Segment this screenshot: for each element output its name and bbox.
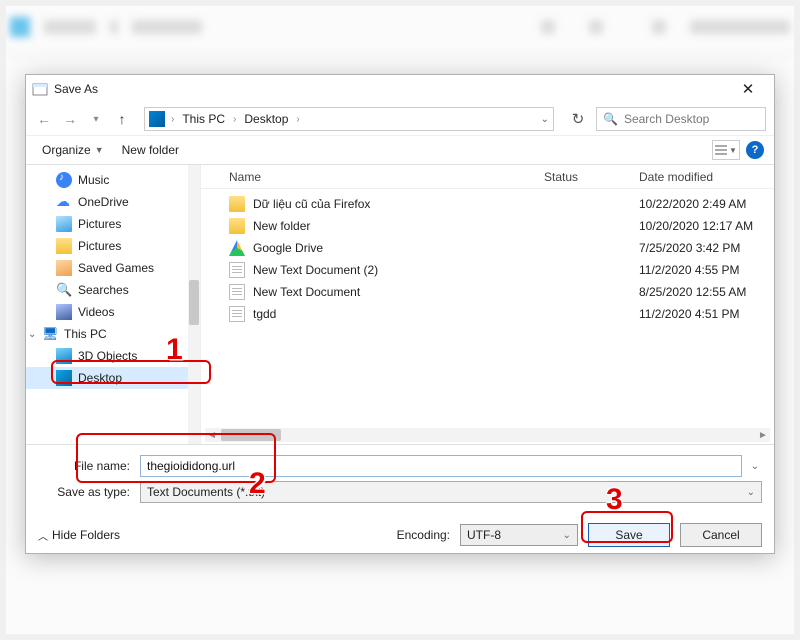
- file-row[interactable]: Google Drive7/25/2020 3:42 PM: [201, 237, 774, 259]
- search-placeholder: Search Desktop: [624, 112, 709, 126]
- save-as-dialog: Save As ✕ ← → ▾ ↑ › This PC › Desktop › …: [25, 74, 775, 554]
- chevron-down-icon: ⌄: [563, 530, 571, 541]
- up-button[interactable]: ↑: [112, 109, 132, 129]
- chevron-right-icon: ›: [231, 114, 238, 125]
- forward-button: →: [60, 109, 80, 129]
- tree-item-searches[interactable]: 🔍Searches: [26, 279, 200, 301]
- horizontal-scrollbar[interactable]: ◄►: [205, 428, 770, 442]
- column-headers[interactable]: Name Status Date modified: [201, 165, 774, 189]
- tree-item-onedrive[interactable]: ☁OneDrive: [26, 191, 200, 213]
- search-icon: 🔍: [603, 112, 618, 126]
- tree-item-videos[interactable]: Videos: [26, 301, 200, 323]
- bottom-panel: File name: ⌄ Save as type: Text Document…: [26, 444, 774, 553]
- cancel-button[interactable]: Cancel: [680, 523, 762, 547]
- col-date[interactable]: Date modified: [639, 170, 774, 184]
- chevron-right-icon: ›: [294, 114, 301, 125]
- back-button[interactable]: ←: [34, 109, 54, 129]
- file-row[interactable]: tgdd11/2/2020 4:51 PM: [201, 303, 774, 325]
- chevron-down-icon[interactable]: ⌄: [748, 461, 762, 472]
- file-row[interactable]: New Text Document8/25/2020 12:55 AM: [201, 281, 774, 303]
- file-row[interactable]: New Text Document (2)11/2/2020 4:55 PM: [201, 259, 774, 281]
- refresh-button[interactable]: ↻: [566, 107, 590, 131]
- tree-item-saved-games[interactable]: Saved Games: [26, 257, 200, 279]
- tree-item-this-pc[interactable]: ⌄🖥This PC: [26, 323, 200, 345]
- hide-folders-button[interactable]: ︿ Hide Folders: [38, 528, 120, 543]
- close-button[interactable]: ✕: [728, 80, 768, 98]
- chevron-down-icon[interactable]: ⌄: [541, 114, 549, 125]
- tree-item-3d-objects[interactable]: 3D Objects: [26, 345, 200, 367]
- file-list[interactable]: Dữ liệu cũ của Firefox10/22/2020 2:49 AM…: [201, 189, 774, 444]
- view-options-button[interactable]: ▼: [712, 140, 740, 160]
- chevron-right-icon: ›: [169, 114, 176, 125]
- tree-item-music[interactable]: Music: [26, 169, 200, 191]
- folder-tree[interactable]: Music☁OneDrivePicturesPicturesSaved Game…: [26, 165, 201, 444]
- tree-item-pictures[interactable]: Pictures: [26, 213, 200, 235]
- save-button[interactable]: Save: [588, 523, 670, 547]
- recent-button[interactable]: ▾: [86, 109, 106, 129]
- nav-row: ← → ▾ ↑ › This PC › Desktop › ⌄ ↻ 🔍 Sear…: [26, 103, 774, 135]
- encoding-label: Encoding:: [397, 528, 450, 542]
- tree-scrollbar[interactable]: [188, 165, 200, 444]
- filename-label: File name:: [38, 459, 134, 473]
- help-button[interactable]: ?: [746, 141, 764, 159]
- chevron-down-icon: ⌄: [747, 487, 755, 498]
- file-row[interactable]: New folder10/20/2020 12:17 AM: [201, 215, 774, 237]
- toolbar: Organize▼ New folder ▼ ?: [26, 135, 774, 165]
- tree-item-pictures[interactable]: Pictures: [26, 235, 200, 257]
- tree-item-desktop[interactable]: Desktop: [26, 367, 200, 389]
- chevron-up-icon: ︿: [38, 528, 48, 543]
- monitor-icon: [149, 111, 165, 127]
- encoding-dropdown[interactable]: UTF-8 ⌄: [460, 524, 578, 546]
- organize-button[interactable]: Organize▼: [36, 140, 110, 160]
- titlebar: Save As ✕: [26, 75, 774, 103]
- col-name[interactable]: Name: [229, 170, 544, 184]
- dialog-title: Save As: [54, 82, 728, 96]
- address-bar[interactable]: › This PC › Desktop › ⌄: [144, 107, 554, 131]
- col-status[interactable]: Status: [544, 170, 639, 184]
- search-input[interactable]: 🔍 Search Desktop: [596, 107, 766, 131]
- new-folder-button[interactable]: New folder: [116, 140, 185, 160]
- path-segment[interactable]: This PC: [180, 112, 227, 126]
- file-list-pane: Name Status Date modified Dữ liệu cũ của…: [201, 165, 774, 444]
- filename-input[interactable]: [140, 455, 742, 477]
- savetype-dropdown[interactable]: Text Documents (*.txt) ⌄: [140, 481, 762, 503]
- path-segment[interactable]: Desktop: [242, 112, 290, 126]
- savetype-label: Save as type:: [38, 485, 134, 499]
- file-row[interactable]: Dữ liệu cũ của Firefox10/22/2020 2:49 AM: [201, 193, 774, 215]
- app-icon: [32, 81, 48, 97]
